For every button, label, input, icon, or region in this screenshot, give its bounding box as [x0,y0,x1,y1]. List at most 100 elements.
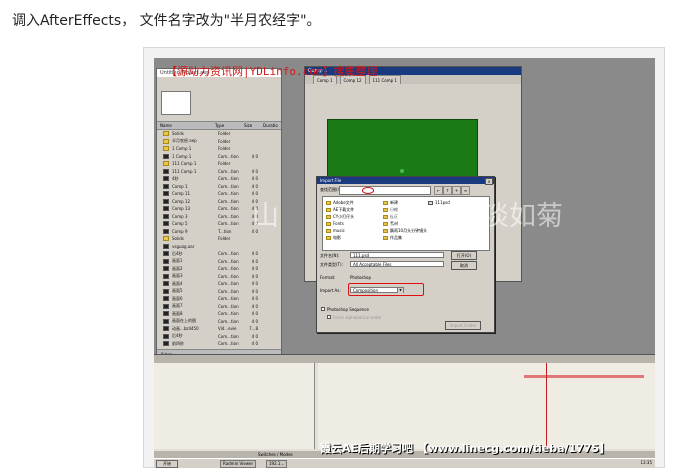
folder-icon [326,215,331,219]
project-item-type: Com...tion [218,191,239,197]
project-item[interactable]: 4秒 Com...tion 4 0 [157,175,281,183]
project-item-name: 1 Comp 1 [172,153,192,159]
composition-icon [163,251,169,257]
project-item[interactable]: 1 Comp 1 Folder [157,145,281,153]
folder-icon [326,221,331,226]
file-item[interactable]: 作品集 [383,235,402,241]
project-item[interactable]: 111 Comp 1 Com...tion 4 0 [157,168,281,176]
project-item[interactable]: 画面在上的图 Com...tion 4 0 [157,318,281,326]
taskbar-item[interactable]: Radmin Viewer [220,460,257,468]
project-item[interactable]: 1 Comp 1 Com...tion 4 0 [157,153,281,161]
current-time-indicator[interactable] [546,363,547,449]
project-item-size: 4 0 [251,251,258,257]
file-item[interactable]: AE下载文件 [326,207,354,213]
cancel-button[interactable]: 取消 [451,261,477,270]
composition-icon [163,296,169,302]
project-item-type: Com...tion [218,333,239,339]
project-item[interactable]: 画面3 Com...tion 4 0 [157,273,281,281]
filetype-select[interactable]: All Acceptable Files [350,261,444,267]
after-effects-screenshot: Untitled Project.aep Name Type Size Dura… [154,58,655,468]
project-item-name: 111 Comp 1 [172,161,197,167]
project-item[interactable]: vsguag.aar [157,243,281,251]
folder-icon [326,208,331,212]
start-button[interactable]: 开始 [156,460,178,468]
project-item[interactable]: 前四秒 Com...tion 4 0 [157,340,281,348]
file-item-psd[interactable]: 111psd [428,200,450,205]
composition-icon [163,198,169,204]
project-item[interactable]: 画面8 Com...tion 4 0 [157,310,281,318]
composition-icon [163,176,169,182]
project-item-size: 4 0 [251,183,258,189]
file-item[interactable]: Adobe文件 [326,200,354,206]
project-item[interactable]: 动画...bz4450 Vid...evie 7...8 [157,325,281,333]
composition-icon [163,213,169,219]
project-item[interactable]: Solids Folder [157,130,281,138]
anchor-point [400,169,404,173]
folder-icon [163,236,169,242]
project-item-size: 4 0 [251,288,258,294]
project-item[interactable]: 画面5 Com...tion 4 0 [157,288,281,296]
filename-field[interactable]: 111.psd [350,252,444,258]
file-item[interactable]: Fonts [326,221,344,226]
project-item-name: 动画...bz4450 [172,325,199,331]
column-name[interactable]: Name [157,122,212,129]
project-item-name: Solids [172,236,184,242]
project-item-name: 画面1 [172,258,183,264]
project-item-type: Com...tion [218,221,239,227]
project-item-type: Com...tion [218,206,239,212]
project-item-type: Vid...evie [218,326,237,332]
project-item-name: Comp 13 [172,206,191,212]
filetype-label: 文件类型(T): [320,262,343,267]
watermark-top: 【源动力资讯网|YDLinfo.com】搜集整理 [166,65,378,78]
view-menu-icon[interactable]: ≡ [461,186,470,195]
project-item-type: Folder [218,161,231,167]
project-item[interactable]: 画面7 Com...tion 4 0 [157,303,281,311]
column-duration[interactable]: Duratio [260,122,278,129]
project-item[interactable]: 后4秒 Com...tion 4 0 [157,333,281,341]
project-item-name: 4秒 [172,175,179,181]
dialog-title: Import File [317,177,494,184]
file-item[interactable]: CY小打仔头 [326,214,354,220]
project-item-type: T...tion [218,228,232,234]
composition-icon [163,311,169,317]
project-item[interactable]: 后4秒 Com...tion 4 0 [157,250,281,258]
back-icon[interactable]: ← [434,186,443,195]
project-item[interactable]: 画面1 Com...tion 4 0 [157,258,281,266]
article-caption: 调入AfterEffects， 文件名字改为"半月农经字"。 [12,13,321,29]
up-folder-icon[interactable]: ↑ [443,186,452,195]
file-item[interactable]: 电影 [326,235,341,241]
import-folder-button[interactable]: Import Folder [445,321,481,330]
project-item-size: 4 0 [251,341,258,347]
file-item[interactable]: music [326,228,345,233]
composition-icon [163,153,169,159]
project-item-type: Com...tion [218,318,239,324]
project-item[interactable]: 111 Comp 1 Folder [157,160,281,168]
photoshop-sequence-checkbox[interactable] [321,307,325,311]
project-item[interactable]: 半月农经.aep Folder [157,138,281,146]
composition-icon [163,183,169,189]
open-button[interactable]: 打开(O) [451,251,477,260]
column-type[interactable]: Type [212,122,241,129]
project-item[interactable]: Solids Folder [157,235,281,243]
composition-icon [163,326,169,332]
project-item-name: 画面8 [172,310,183,316]
force-alphabetical-checkbox[interactable] [327,315,331,319]
composition-icon [163,243,169,249]
project-item-name: Comp 5 [172,221,188,227]
folder-icon [326,228,331,233]
watermark-calligraphy-left: 山 [252,201,279,232]
close-icon[interactable]: × [485,178,493,185]
column-size[interactable]: Size [241,122,260,129]
taskbar-item[interactable]: 192.1... [266,460,288,468]
highlight-box [348,283,424,296]
work-area-bar[interactable] [524,375,644,378]
project-item[interactable]: 画面2 Com...tion 4 0 [157,265,281,273]
look-in-dropdown[interactable] [339,186,431,195]
new-folder-icon[interactable]: + [452,186,461,195]
project-item[interactable]: 画面4 Com...tion 4 0 [157,280,281,288]
project-item[interactable]: 画面6 Com...tion 4 0 [157,295,281,303]
project-item-name: 画面4 [172,280,183,286]
project-item-size: 4 0 [251,303,258,309]
project-item[interactable]: Comp 1 Com...tion 4 0 [157,183,281,191]
project-item-size: 4 0 [251,266,258,272]
